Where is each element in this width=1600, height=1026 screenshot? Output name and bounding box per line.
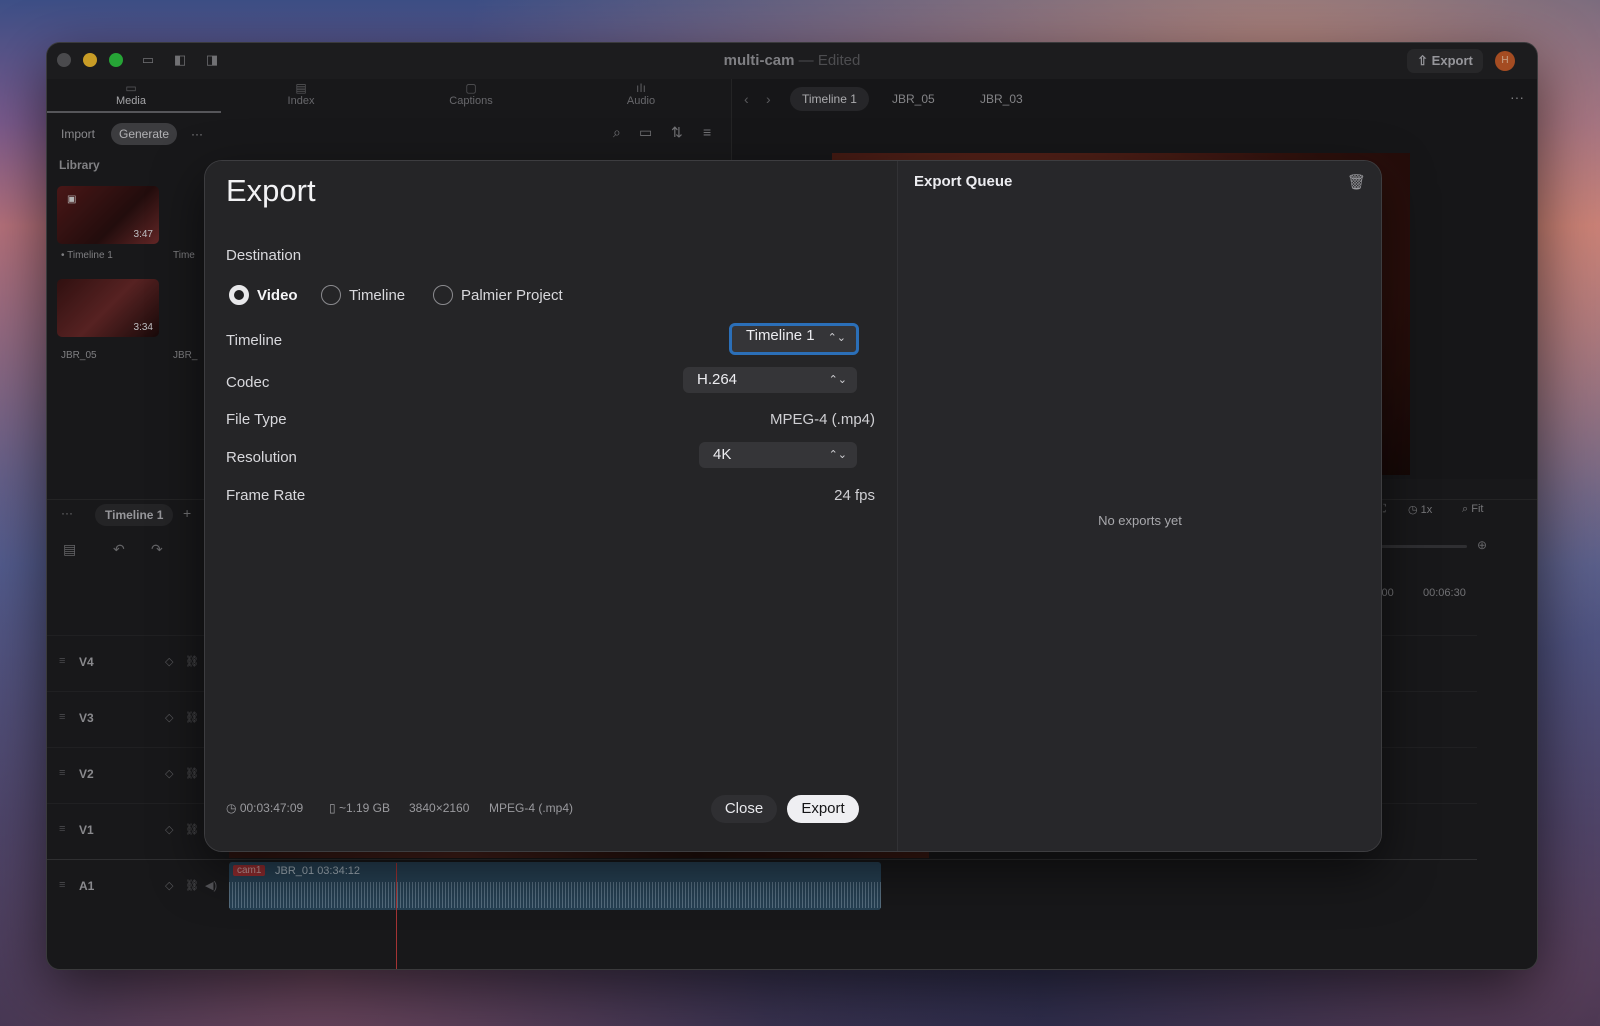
file-icon: ▯: [329, 801, 336, 815]
destination-palmier-project-radio[interactable]: Palmier Project: [433, 285, 563, 307]
export-format: MPEG-4 (.mp4): [489, 801, 574, 815]
file-type-label: File Type: [226, 411, 287, 428]
close-button[interactable]: Close: [711, 795, 777, 823]
export-queue-panel: Export Queue 🗑 No exports yet: [897, 161, 1381, 851]
dialog-title: Export: [226, 173, 316, 208]
destination-video-radio[interactable]: Video: [229, 285, 298, 307]
export-dimensions: 3840×2160: [409, 801, 470, 815]
chevron-updown-icon: ⌃⌄: [827, 332, 846, 344]
destination-timeline-radio[interactable]: Timeline: [321, 285, 405, 307]
export-size: ▯ ~1.19 GB: [329, 801, 390, 815]
chevron-updown-icon: ⌃⌄: [828, 449, 847, 461]
timeline-select[interactable]: Timeline 1 ⌃⌄: [729, 323, 859, 355]
export-dialog: Export Destination Video Timeline Palmie…: [204, 160, 1382, 852]
radio-unselected-icon: [433, 285, 453, 305]
export-button[interactable]: Export: [787, 795, 859, 823]
frame-rate-label: Frame Rate: [226, 487, 306, 504]
clock-icon: ◷: [226, 801, 237, 815]
frame-rate-value: 24 fps: [834, 487, 875, 504]
export-queue-empty-message: No exports yet: [1098, 513, 1182, 528]
file-type-value: MPEG-4 (.mp4): [769, 411, 875, 428]
trash-icon[interactable]: 🗑: [1347, 173, 1366, 191]
codec-select[interactable]: H.264 ⌃⌄: [683, 367, 857, 393]
resolution-select[interactable]: 4K ⌃⌄: [699, 442, 857, 468]
export-queue-title: Export Queue: [914, 173, 1013, 190]
resolution-label: Resolution: [226, 449, 297, 466]
radio-selected-icon: [229, 285, 249, 305]
export-duration: ◷ 00:03:47:09: [226, 801, 304, 815]
chevron-updown-icon: ⌃⌄: [828, 374, 847, 386]
timeline-label: Timeline: [226, 332, 283, 349]
destination-label: Destination: [226, 247, 302, 264]
radio-unselected-icon: [321, 285, 341, 305]
export-settings-panel: Export Destination Video Timeline Palmie…: [205, 161, 897, 851]
codec-label: Codec: [226, 374, 270, 391]
